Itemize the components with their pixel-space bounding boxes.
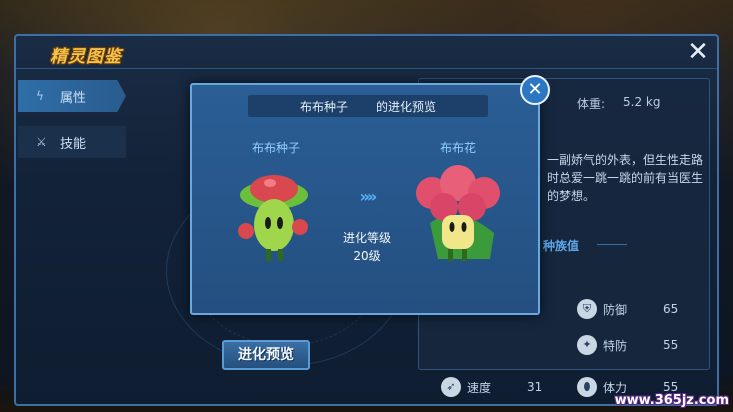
stat-name: 速度 — [467, 380, 492, 395]
stat-value: 55 — [663, 338, 679, 352]
evolution-condition: 进化等级 20级 — [322, 229, 412, 265]
stat-value: 55 — [663, 380, 679, 394]
evolution-arrows: »» — [359, 187, 378, 206]
stat-name: 特防 — [603, 338, 628, 353]
left-pet-name: 布布种子 — [252, 141, 301, 155]
shield-icon: ⛨ — [577, 299, 597, 319]
stat-name: 防御 — [603, 302, 628, 317]
panel-title: 精灵图鉴 — [50, 47, 122, 67]
evolution-preview-modal: 布布种子 的进化预览 ✕ 布布种子 布布花 »» 进化等级 20级 — [190, 75, 550, 315]
weight-value: 5.2 kg — [623, 95, 661, 109]
evolution-condition-line2: 20级 — [353, 249, 381, 263]
evolution-condition-line1: 进化等级 — [342, 231, 391, 245]
seed-pet-sprite — [238, 175, 308, 261]
special-shield-icon: ✦ — [577, 335, 597, 355]
tab-attributes[interactable]: ϟ 属性 — [18, 80, 126, 112]
tab-attributes-label: 属性 — [60, 90, 87, 106]
stat-defense: ⛨ 防御 65 — [577, 299, 693, 319]
stat-speed: ➶ 速度 31 — [441, 377, 557, 397]
flower-pet-sprite — [416, 165, 500, 261]
right-pet-name: 布布花 — [440, 141, 477, 155]
tab-skills[interactable]: ⚔ 技能 — [18, 126, 126, 158]
evolve-preview-button[interactable]: 进化预览 — [222, 340, 310, 370]
close-icon[interactable]: ✕ — [685, 39, 711, 66]
modal-header: 布布种子 的进化预览 — [248, 95, 488, 117]
stat-value: 31 — [527, 380, 543, 394]
race-values-title: 种族值 — [543, 239, 580, 253]
modal-header-suffix: 的进化预览 — [376, 99, 437, 114]
watermark: www.365jz.com — [614, 393, 729, 408]
modal-header-pet: 布布种子 — [299, 99, 348, 114]
panel-divider — [16, 68, 717, 69]
race-title-line — [597, 244, 627, 245]
pet-description: 一副娇气的外表，但生性走路时总爱一跳一跳的前有当医生的梦想。 — [547, 153, 704, 203]
weight-label: 体重: — [577, 97, 606, 111]
wing-icon: ➶ — [441, 377, 461, 397]
lightning-icon: ϟ — [36, 89, 44, 103]
potion-icon: ⬮ — [577, 377, 597, 397]
stat-value: 65 — [663, 302, 679, 316]
modal-close-icon[interactable]: ✕ — [520, 75, 550, 105]
tab-skills-label: 技能 — [60, 136, 87, 152]
stat-special-defense: ✦ 特防 55 — [577, 335, 693, 355]
sword-icon: ⚔ — [36, 135, 47, 149]
